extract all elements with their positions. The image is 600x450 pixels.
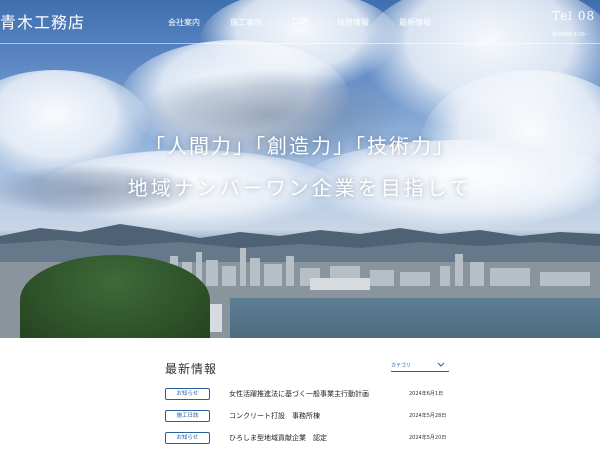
- chevron-down-icon: [437, 362, 445, 367]
- phone-number[interactable]: Tel 08: [552, 9, 595, 23]
- site-header: 青木工務店 会社案内 施工事例 CSR 採用情報 最新情報 Tel 08 受付時…: [0, 0, 600, 44]
- category-select[interactable]: カテゴリ: [391, 359, 449, 372]
- site-logo[interactable]: 青木工務店: [0, 9, 85, 33]
- news-badge: 施工日誌: [165, 410, 210, 422]
- news-date: 2024年5月20日: [409, 435, 447, 441]
- hero-title: 「人間力」「創造力」「技術力」: [145, 134, 455, 158]
- news-section: 最新情報 カテゴリ お知らせ 女性活躍推進法に基づく一般事業主行動計画 2024…: [0, 338, 600, 450]
- nav-works[interactable]: 施工事例: [230, 17, 292, 28]
- news-date: 2024年5月28日: [409, 413, 447, 419]
- news-item[interactable]: お知らせ ひろしま型地域貢献企業 認定 2024年5月20日: [165, 432, 465, 446]
- news-badge: お知らせ: [165, 432, 210, 444]
- hero-image: [0, 0, 600, 338]
- news-date: 2024年6月1日: [409, 391, 444, 397]
- harbor-water: [230, 298, 600, 338]
- green-hill: [20, 255, 210, 338]
- news-title[interactable]: ひろしま型地域貢献企業 認定: [229, 433, 327, 443]
- news-badge: お知らせ: [165, 388, 210, 400]
- news-item[interactable]: 施工日誌 コンクリート打設 事務所棟 2024年5月28日: [165, 410, 465, 424]
- nav-company[interactable]: 会社案内: [168, 17, 230, 28]
- news-title[interactable]: コンクリート打設 事務所棟: [229, 411, 320, 421]
- main-nav: 会社案内 施工事例 CSR 採用情報 最新情報: [168, 17, 461, 28]
- nav-recruit[interactable]: 採用情報: [337, 17, 399, 28]
- category-label: カテゴリ: [391, 363, 412, 369]
- news-heading: 最新情報: [165, 362, 218, 376]
- business-hours: 受付時間 8:00 -: [552, 32, 589, 38]
- nav-news[interactable]: 最新情報: [399, 17, 461, 28]
- hero-subtitle: 地域ナンバーワン企業を目指して: [127, 176, 473, 200]
- news-title[interactable]: 女性活躍推進法に基づく一般事業主行動計画: [229, 389, 369, 399]
- news-item[interactable]: お知らせ 女性活躍推進法に基づく一般事業主行動計画 2024年6月1日: [165, 388, 465, 402]
- nav-csr[interactable]: CSR: [292, 17, 337, 28]
